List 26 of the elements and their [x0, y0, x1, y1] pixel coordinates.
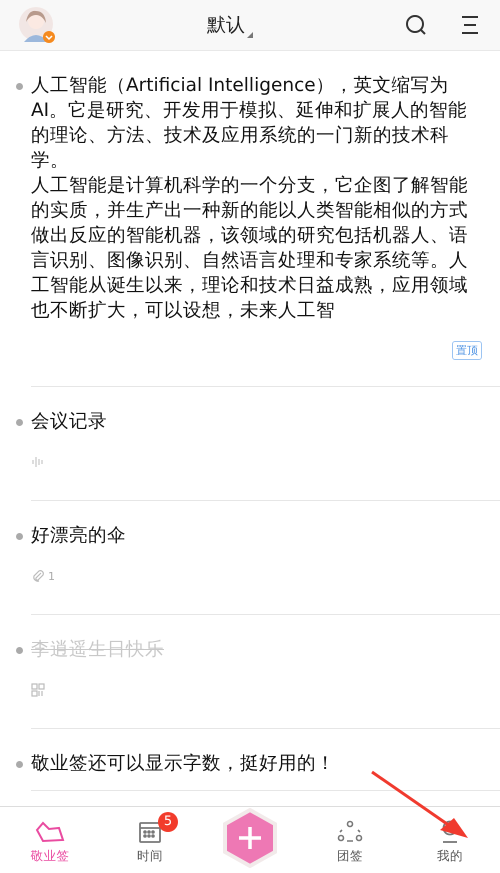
dropdown-icon — [247, 32, 253, 38]
note-text[interactable]: 会议记录 — [31, 409, 482, 434]
bullet-dot — [16, 419, 23, 426]
search-icon[interactable] — [404, 13, 428, 37]
team-icon — [337, 820, 363, 844]
note-text[interactable]: 好漂亮的伞 — [31, 523, 482, 548]
waveform-icon — [31, 455, 45, 469]
tab-item[interactable]: 团签 — [300, 812, 400, 864]
paperclip-icon — [31, 569, 45, 583]
notebook-title[interactable]: 默认 — [207, 12, 245, 38]
bullet-dot — [16, 647, 23, 654]
attachment-count: 1 — [48, 570, 55, 582]
bullet-dot — [16, 83, 23, 90]
tab-item[interactable]: 时间 5 — [100, 812, 200, 864]
count-badge: 5 — [158, 812, 178, 832]
tab-item[interactable]: 敬业签 — [0, 812, 100, 864]
note-text[interactable]: 人工智能（Artificial Intelligence），英文缩写为AI。它是研究、开发用于模拟、延伸和扩展人的智能的理论、方法、技术及应用系统的一门新的技术科学。 — [31, 73, 482, 173]
calendar-icon — [138, 820, 162, 844]
bullet-dot — [16, 533, 23, 540]
grid-icon — [31, 683, 45, 697]
note-text[interactable]: 人工智能是计算机科学的一个分支，它企图了解智能的实质，并生产出一种新的能以人类智能相似的方式做出反应的智能机器，该领域的研究包括机器人、语言识别、图像识别、自然语言处理和专家系统等。人工智能从诞生以来，理论和技术日益成熟，应用领域也不断扩大，可以设想，未来人工智 — [31, 173, 482, 323]
note-text[interactable]: 敬业签还可以显示字数，挺好用的！ — [31, 751, 482, 776]
notes-icon — [35, 820, 65, 844]
add-button[interactable] — [222, 808, 278, 868]
pinned-tag: 置顶 — [452, 341, 482, 360]
bullet-dot — [16, 761, 23, 768]
